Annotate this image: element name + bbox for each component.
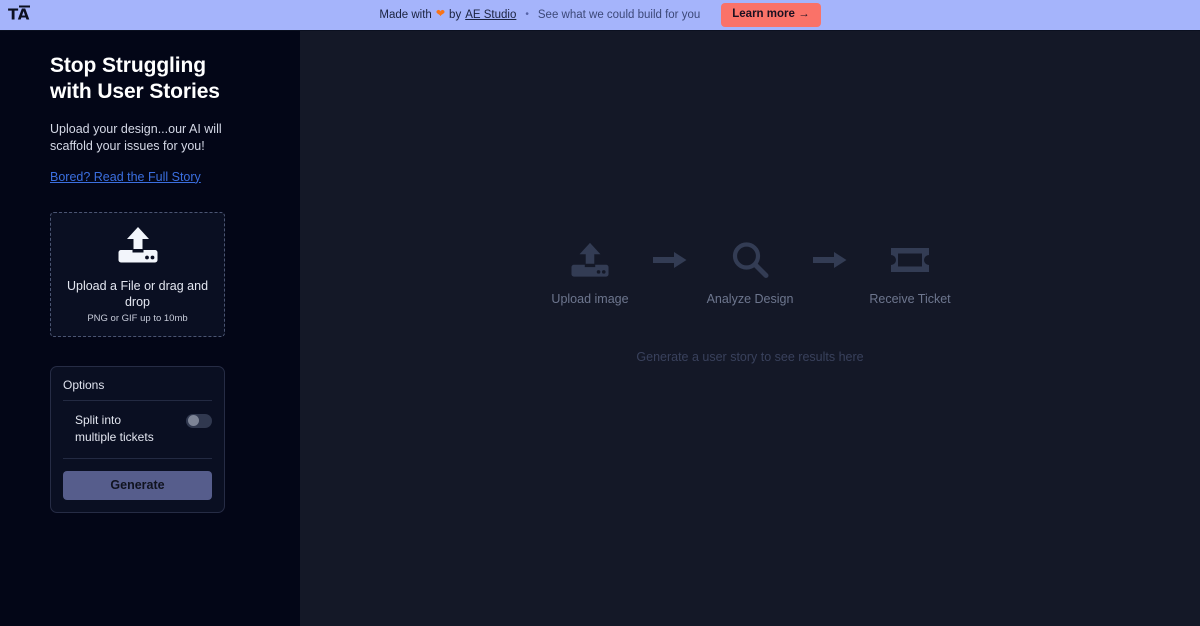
dropzone-title: Upload a File or drag and drop — [65, 278, 210, 310]
upload-arrow-icon — [570, 238, 610, 282]
body-split: Stop Struggling with User Stories Upload… — [0, 31, 1200, 626]
toggle-knob — [188, 415, 199, 426]
magnifier-icon — [730, 238, 770, 282]
results-placeholder: Generate a user story to see results her… — [636, 350, 863, 364]
options-card: Options Split into multiple tickets Gene… — [50, 366, 225, 513]
split-tickets-row: Split into multiple tickets — [63, 401, 212, 458]
step-label: Analyze Design — [707, 292, 794, 306]
options-title: Options — [63, 378, 212, 400]
generate-button[interactable]: Generate — [63, 471, 212, 500]
steps-row: Upload image Analyze Design — [533, 238, 967, 306]
arrow-right-icon — [807, 238, 853, 282]
promo-banner: TA Made with ❤ by AE Studio • See what w… — [0, 0, 1200, 31]
split-tickets-label: Split into multiple tickets — [75, 412, 161, 446]
heart-icon: ❤ — [436, 9, 445, 20]
sidebar-inner: Stop Struggling with User Stories Upload… — [0, 53, 300, 513]
step-receive-ticket: Receive Ticket — [853, 238, 967, 306]
ticket-icon — [888, 238, 932, 282]
file-dropzone[interactable]: Upload a File or drag and drop PNG or GI… — [50, 212, 225, 337]
brand-logo-t: T — [8, 6, 18, 24]
learn-more-button[interactable]: Learn more → — [721, 3, 820, 27]
promo-message: Made with ❤ by AE Studio • See what we c… — [379, 3, 820, 27]
promo-tagline: See what we could build for you — [538, 9, 700, 21]
ae-studio-link[interactable]: AE Studio — [465, 9, 516, 21]
read-full-story-link[interactable]: Bored? Read the Full Story — [50, 170, 201, 184]
step-label: Upload image — [551, 292, 628, 306]
hero-subtitle: Upload your design...our AI will scaffol… — [50, 121, 235, 156]
step-label: Receive Ticket — [869, 292, 950, 306]
brand-logo[interactable]: TA — [8, 8, 29, 23]
options-divider-bottom — [63, 458, 212, 459]
split-tickets-toggle[interactable] — [186, 414, 212, 428]
sidebar: Stop Struggling with User Stories Upload… — [0, 31, 300, 626]
page-title: Stop Struggling with User Stories — [50, 53, 250, 104]
upload-arrow-icon — [117, 225, 159, 270]
step-upload-image: Upload image — [533, 238, 647, 306]
dropzone-hint: PNG or GIF up to 10mb — [87, 313, 187, 324]
app-root: TA Made with ❤ by AE Studio • See what w… — [0, 0, 1200, 626]
brand-logo-a: A — [18, 8, 29, 23]
promo-separator-dot: • — [525, 9, 529, 20]
main-panel: Upload image Analyze Design — [300, 31, 1200, 626]
promo-made-with: Made with ❤ by AE Studio — [379, 9, 516, 21]
promo-by-label: by — [449, 9, 461, 21]
step-analyze-design: Analyze Design — [693, 238, 807, 306]
promo-made-with-label: Made with — [379, 9, 431, 21]
arrow-right-icon — [647, 238, 693, 282]
